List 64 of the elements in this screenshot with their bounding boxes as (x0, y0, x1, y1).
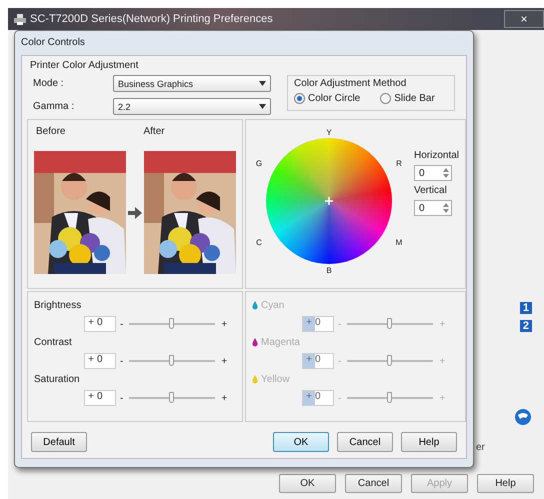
partial-label: er (476, 442, 485, 453)
spinner-field[interactable]: 0 (414, 200, 452, 216)
wheel-label: R (396, 158, 402, 168)
group-title: Color Adjustment Method (294, 78, 408, 89)
minus-label: - (120, 318, 124, 330)
slider-label: Cyan (252, 300, 460, 311)
number-badge: 2 (520, 320, 532, 332)
spinner-label: Horizontal (414, 150, 460, 161)
minus-label: - (338, 318, 342, 330)
slider-label: Magenta (252, 337, 460, 348)
number-badge: 1 (520, 302, 532, 314)
printer-icon (14, 14, 26, 24)
radio-option[interactable]: Color Circle (294, 93, 360, 104)
plus-label: + (439, 356, 446, 366)
field-label: Mode : (33, 78, 65, 89)
window-button[interactable]: OK (279, 474, 336, 493)
after-label: After (143, 126, 165, 137)
window-title: SC-T7200D Series(Network) Printing Preferences (30, 13, 273, 25)
caret-icon (259, 104, 266, 109)
slider-label: Contrast (34, 337, 73, 348)
wheel-label: B (326, 266, 332, 274)
plus-label: + (439, 392, 446, 404)
minus-label: - (120, 356, 124, 366)
arrow-icon (128, 206, 142, 218)
minus-label: - (120, 392, 124, 404)
slider-thumb[interactable] (169, 355, 174, 366)
dialog-button[interactable]: Cancel (337, 432, 393, 452)
spinner-field[interactable]: 0 (414, 165, 452, 181)
plus-label: + (221, 356, 228, 366)
wheel-label: M (396, 238, 402, 246)
dropdown[interactable]: 2.2 (113, 98, 271, 115)
slider-thumb[interactable] (169, 318, 174, 329)
slider-label: Saturation (34, 374, 81, 385)
slider-thumb[interactable] (169, 392, 174, 403)
wheel-label: G (256, 158, 262, 168)
field-label: Gamma : (33, 101, 76, 112)
dialog-title: Color Controls (20, 36, 86, 50)
wheel-label: C (256, 238, 262, 246)
crosshair-icon[interactable] (325, 197, 333, 205)
spin-arrows-icon[interactable] (441, 201, 451, 215)
close-button[interactable]: × (504, 10, 544, 28)
plus-label: + (221, 392, 228, 404)
window-button[interactable]: Cancel (345, 474, 402, 493)
dialog-button[interactable]: OK (273, 432, 329, 452)
minus-label: - (338, 356, 342, 366)
spinner-label: Vertical (414, 185, 448, 196)
value-field[interactable]: + 0 (84, 316, 116, 332)
dialog-button[interactable]: Help (401, 432, 457, 452)
before-label: Before (36, 126, 66, 137)
radio-option[interactable]: Slide Bar (380, 93, 435, 104)
value-field[interactable]: + 0 (84, 390, 116, 406)
window-button[interactable]: Help (477, 474, 534, 493)
value-field[interactable]: + 0 (84, 353, 116, 369)
plus-label: + (221, 318, 228, 330)
dropdown[interactable]: Business Graphics (113, 75, 271, 92)
minus-label: - (338, 392, 342, 404)
caret-icon (259, 81, 266, 86)
plus-label: + (439, 318, 446, 330)
spin-arrows-icon[interactable] (441, 166, 451, 180)
dialog-button[interactable]: Default (31, 432, 87, 452)
wheel-label: Y (326, 128, 332, 136)
group-title: Printer Color Adjustment (29, 60, 140, 71)
slider-label: Brightness (34, 300, 82, 311)
slider-label: Yellow (252, 374, 460, 385)
